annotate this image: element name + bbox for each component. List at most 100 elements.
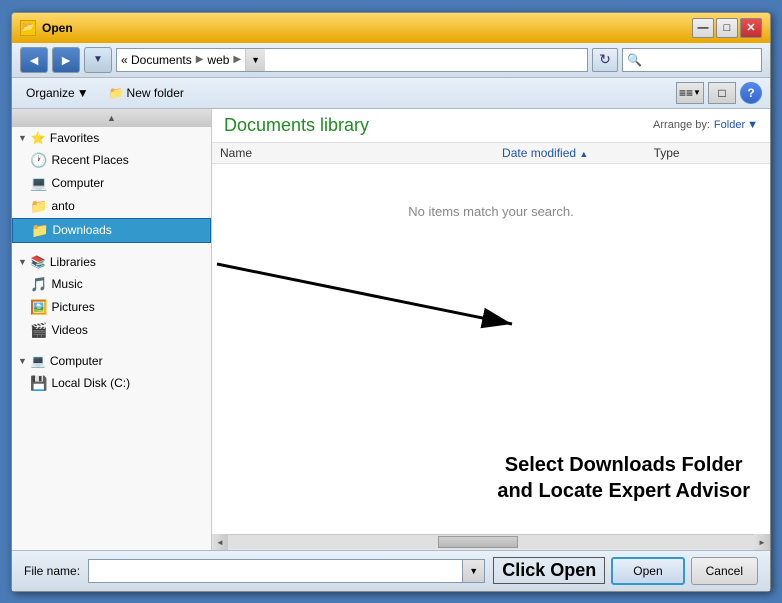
col-name-header[interactable]: Name: [220, 146, 437, 160]
local-disk-icon: 💾: [30, 375, 47, 392]
minimize-button[interactable]: —: [692, 18, 714, 38]
sidebar: ▲ ▼ ⭐ Favorites 🕐 Recent Places 💻 Comput…: [12, 109, 212, 550]
arrange-dropdown[interactable]: Folder ▼: [714, 119, 758, 131]
address-dropdown[interactable]: ▼: [245, 49, 265, 71]
col-type-header: Type: [654, 146, 762, 160]
sidebar-item-anto[interactable]: 📁 anto: [12, 195, 211, 218]
recent-places-label: Recent Places: [51, 153, 128, 167]
open-button[interactable]: Open: [611, 557, 684, 585]
libraries-label: Libraries: [50, 255, 96, 269]
search-box[interactable]: 🔍: [622, 48, 762, 72]
address-sep1: ▶: [196, 54, 204, 65]
open-dialog: 📂 Open — □ ✕ ◄ ► ▼ « Documents ▶ web ▶ ▼…: [11, 12, 771, 592]
sidebar-item-downloads[interactable]: 📁 Downloads: [12, 218, 211, 243]
computer-header[interactable]: ▼ 💻 Computer: [12, 350, 211, 372]
help-button[interactable]: ?: [740, 82, 762, 104]
address-toolbar: ◄ ► ▼ « Documents ▶ web ▶ ▼ ↻ 🔍: [12, 43, 770, 78]
main-panel: Documents library Arrange by: Folder ▼ N…: [212, 109, 770, 550]
favorites-icon: ⭐: [31, 131, 46, 145]
h-scroll-left[interactable]: ◄: [212, 534, 228, 550]
refresh-button[interactable]: ↻: [592, 48, 618, 72]
sidebar-item-pictures[interactable]: 🖼️ Pictures: [12, 296, 211, 319]
view-option-button[interactable]: □: [708, 82, 736, 104]
h-scroll-thumb[interactable]: [438, 536, 518, 548]
arrange-arrow: ▼: [747, 119, 758, 131]
file-name-label: File name:: [24, 564, 80, 578]
sidebar-item-computer[interactable]: 💻 Computer: [12, 172, 211, 195]
address-bar[interactable]: « Documents ▶ web ▶ ▼: [116, 48, 588, 72]
recent-places-icon: 🕐: [30, 152, 47, 169]
horizontal-scrollbar: ◄ ►: [212, 534, 770, 550]
file-list: No items match your search. Select Downl…: [212, 164, 770, 534]
window-icon: 📂: [20, 20, 36, 36]
arrange-label: Arrange by:: [653, 119, 710, 131]
close-button[interactable]: ✕: [740, 18, 762, 38]
main-header: Documents library Arrange by: Folder ▼: [212, 109, 770, 143]
pictures-icon: 🖼️: [30, 299, 47, 316]
favorites-label: Favorites: [50, 131, 99, 145]
col-date-text: Date modified: [502, 146, 576, 160]
h-scroll-track: [228, 535, 754, 549]
local-disk-label: Local Disk (C:): [51, 376, 130, 390]
maximize-button[interactable]: □: [716, 18, 738, 38]
window-controls: — □ ✕: [692, 18, 762, 38]
sidebar-scroll-up[interactable]: ▲: [12, 109, 211, 127]
computer-icon: 💻: [30, 175, 47, 192]
favorites-header[interactable]: ▼ ⭐ Favorites: [12, 127, 211, 149]
title-bar-left: 📂 Open: [20, 20, 73, 36]
annotation-line1: Select Downloads Folder: [497, 452, 750, 478]
anto-icon: 📁: [30, 198, 47, 215]
library-title: Documents library: [224, 115, 369, 136]
click-open-label: Click Open: [493, 557, 605, 584]
new-folder-button[interactable]: 📁 New folder: [101, 84, 192, 102]
sidebar-item-videos[interactable]: 🎬 Videos: [12, 319, 211, 342]
videos-icon: 🎬: [30, 322, 47, 339]
sidebar-item-recent-places[interactable]: 🕐 Recent Places: [12, 149, 211, 172]
view-arrow: ▼: [693, 88, 701, 97]
window-title: Open: [42, 21, 73, 35]
search-icon: 🔍: [627, 53, 642, 67]
file-name-input[interactable]: [88, 559, 463, 583]
cancel-button[interactable]: Cancel: [691, 557, 758, 585]
computer-section-icon: 💻: [31, 354, 46, 368]
column-headers: Name Date modified ▲ Type: [212, 143, 770, 164]
libraries-section: ▼ 📚 Libraries 🎵 Music 🖼️ Pictures 🎬 Vide…: [12, 251, 211, 342]
folder-icon: 📁: [109, 86, 124, 100]
view-toggle-button[interactable]: ≡≡ ▼: [676, 82, 704, 104]
organize-toolbar: Organize ▼ 📁 New folder ≡≡ ▼ □ ?: [12, 78, 770, 109]
col-date-header[interactable]: Date modified ▲: [437, 146, 654, 160]
new-folder-label: New folder: [127, 86, 184, 100]
address-sep2: ▶: [233, 54, 241, 65]
annotation-overlay: Select Downloads Folder and Locate Exper…: [497, 452, 750, 504]
arrange-by: Arrange by: Folder ▼: [653, 119, 758, 131]
view-icon: ≡≡: [679, 86, 693, 100]
downloads-label: Downloads: [52, 223, 111, 237]
computer-section: ▼ 💻 Computer 💾 Local Disk (C:): [12, 350, 211, 395]
forward-button[interactable]: ►: [52, 47, 80, 73]
view2-icon: □: [718, 86, 725, 100]
file-type-dropdown[interactable]: ▼: [463, 559, 485, 583]
title-bar: 📂 Open — □ ✕: [12, 13, 770, 43]
sort-arrow-icon: ▲: [579, 149, 588, 159]
address-part1: « Documents: [121, 53, 192, 67]
sidebar-item-local-disk[interactable]: 💾 Local Disk (C:): [12, 372, 211, 395]
arrange-value: Folder: [714, 119, 745, 131]
pictures-label: Pictures: [51, 300, 94, 314]
organize-button[interactable]: Organize ▼: [20, 84, 95, 102]
computer-label: Computer: [51, 176, 104, 190]
music-label: Music: [51, 277, 82, 291]
h-scroll-right[interactable]: ►: [754, 534, 770, 550]
no-items-message: No items match your search.: [408, 204, 573, 219]
music-icon: 🎵: [30, 276, 47, 293]
downloads-icon: 📁: [31, 222, 48, 239]
file-name-input-wrap: ▼: [88, 559, 485, 583]
content-area: ▲ ▼ ⭐ Favorites 🕐 Recent Places 💻 Comput…: [12, 109, 770, 550]
dropdown-button[interactable]: ▼: [84, 47, 112, 73]
sidebar-item-music[interactable]: 🎵 Music: [12, 273, 211, 296]
libraries-header[interactable]: ▼ 📚 Libraries: [12, 251, 211, 273]
help-icon: ?: [747, 86, 754, 100]
anto-label: anto: [51, 199, 74, 213]
annotation-line2: and Locate Expert Advisor: [497, 478, 750, 504]
organize-label: Organize: [26, 86, 75, 100]
back-button[interactable]: ◄: [20, 47, 48, 73]
